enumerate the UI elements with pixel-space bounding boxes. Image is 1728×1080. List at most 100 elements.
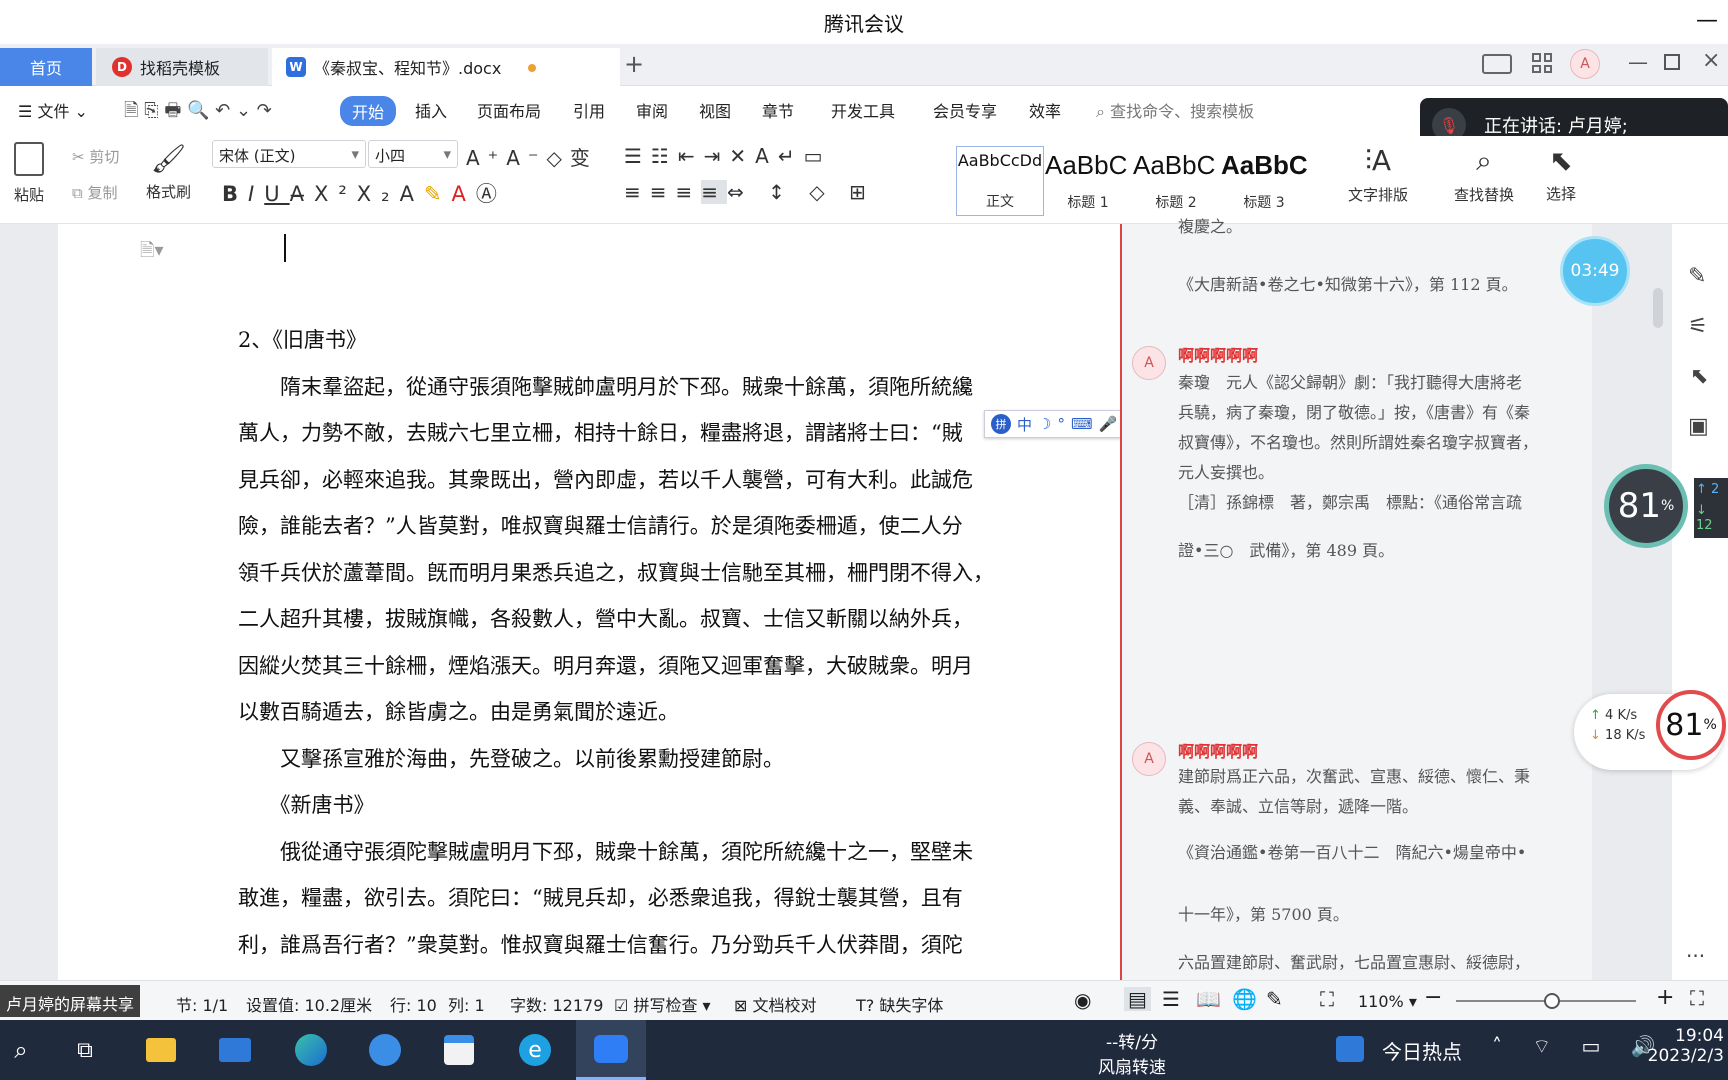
web-view-icon[interactable]: 🌐 — [1232, 987, 1257, 1011]
list-indent-buttons[interactable]: ☰☷⇤⇥✕A↵▭ — [624, 144, 831, 168]
copy-button[interactable]: ⧉ 复制 — [72, 182, 118, 203]
text-layout-icon: ⫶A — [1364, 144, 1392, 177]
vertical-scrollbar[interactable] — [1650, 248, 1666, 972]
edge-browser-icon[interactable] — [290, 1030, 332, 1070]
apps-grid-icon[interactable] — [1532, 53, 1552, 73]
proofread-button[interactable]: ⊠ 文档校对 — [734, 992, 817, 1016]
copy-label: 复制 — [87, 184, 118, 202]
ime-moon-icon[interactable]: ☽ — [1038, 415, 1051, 433]
menu-review[interactable]: 审阅 — [636, 98, 668, 122]
speaking-text: 正在讲话: 卢月婷; — [1484, 116, 1628, 137]
cpu-gauge-left[interactable]: 81% — [1604, 464, 1688, 548]
store-icon[interactable] — [438, 1030, 480, 1070]
ime-punct-icon[interactable]: ° — [1057, 415, 1065, 433]
zoom-out-icon[interactable]: − — [1424, 985, 1442, 1010]
adjust-icon[interactable]: ⚟ — [1688, 314, 1708, 339]
reading-view-icon[interactable]: 📖 — [1196, 987, 1221, 1011]
menu-reference[interactable]: 引用 — [573, 98, 605, 122]
page-options-icon[interactable]: 🗎▾ — [140, 238, 164, 268]
spellcheck-button[interactable]: ☑ 拼写检查 ▾ — [614, 992, 711, 1016]
clock[interactable]: 19:04 2023/2/3 — [1632, 1026, 1724, 1066]
page-view-icon[interactable]: ▤ — [1124, 987, 1151, 1011]
fit-page-icon[interactable]: ⛶ — [1320, 987, 1334, 1011]
menu-efficiency[interactable]: 效率 — [1029, 98, 1061, 122]
pointer-icon[interactable]: ⬉ — [1690, 364, 1708, 389]
quick-access-icons[interactable]: 🗎 ⎘ 🖶 🔍 ↶ ⌄ ↷ — [124, 98, 272, 128]
write-view-icon[interactable]: ✎ — [1266, 987, 1283, 1011]
find-replace-button[interactable]: ⌕ 查找替换 — [1454, 144, 1514, 205]
hot-news-label[interactable]: 今日热点 — [1382, 1036, 1462, 1065]
comment-line: 十一年》，第 5700 頁。 — [1178, 905, 1349, 924]
file-menu[interactable]: ☰ 文件 ⌄ — [18, 98, 88, 122]
window-minimize-icon[interactable]: — — [1628, 50, 1648, 74]
font-name-select[interactable]: 宋体 (正文) ▾ — [212, 140, 366, 168]
new-tab-icon[interactable]: + — [624, 50, 644, 78]
mail-icon[interactable] — [214, 1030, 256, 1070]
pen-icon[interactable]: ✎ — [1688, 264, 1706, 289]
chat-app-icon[interactable] — [364, 1030, 406, 1070]
image-icon[interactable]: ▣ — [1688, 414, 1709, 439]
more-icon[interactable]: ··· — [1686, 944, 1705, 968]
file-explorer-icon[interactable] — [140, 1030, 182, 1070]
select-button[interactable]: ⬉ 选择 — [1546, 144, 1576, 204]
menu-chapter[interactable]: 章节 — [762, 98, 794, 122]
paste-button[interactable]: 粘贴 — [14, 142, 44, 205]
magnifier-icon: ⌕ — [1476, 144, 1492, 177]
font-size-select[interactable]: 小四 ▾ — [368, 140, 458, 168]
zoom-slider-thumb[interactable] — [1544, 993, 1560, 1009]
fullscreen-icon[interactable]: ⛶ — [1690, 986, 1704, 1010]
task-view-icon[interactable]: ⧉ — [64, 1030, 106, 1070]
comment-author: 啊啊啊啊啊 — [1178, 346, 1259, 365]
unsaved-dot-icon — [528, 64, 536, 72]
missing-font-button[interactable]: T? 缺失字体 — [856, 992, 943, 1016]
search-icon[interactable]: ⌕ — [0, 1030, 42, 1070]
comment-line: 義、奉誠、立信等尉，遞降一階。 — [1178, 797, 1419, 816]
zoom-in-icon[interactable]: + — [1656, 985, 1674, 1010]
menu-layout[interactable]: 页面布局 — [477, 98, 541, 122]
fan-speed-label: 风扇转速 — [1098, 1058, 1166, 1078]
format-buttons[interactable]: BIUA̶X²X₂A✎AⒶ — [222, 178, 507, 208]
layout-icon[interactable] — [1482, 54, 1512, 74]
window-restore-icon[interactable] — [1664, 54, 1680, 70]
menu-start[interactable]: 开始 — [340, 96, 397, 126]
menu-view[interactable]: 视图 — [699, 98, 731, 122]
cpu-gauge-right[interactable]: 81% — [1656, 690, 1726, 760]
eye-icon[interactable]: ◉ — [1074, 988, 1091, 1012]
font-grow-shrink-icons[interactable]: A⁺A⁻◇变 — [466, 142, 598, 171]
status-line: 行: 10 — [390, 996, 437, 1015]
tab-templates[interactable]: D 找稻壳模板 — [96, 48, 268, 86]
ime-keyboard-icon[interactable]: ⌨ — [1071, 415, 1093, 433]
tencent-meeting-taskbar-icon[interactable] — [576, 1020, 646, 1080]
ie-browser-icon[interactable]: e — [514, 1030, 556, 1070]
style-heading-2[interactable]: AaBbC 标题 2 — [1132, 146, 1220, 216]
outline-view-icon[interactable]: ☰ — [1162, 987, 1180, 1011]
style-heading-2-label: 标题 2 — [1155, 195, 1197, 211]
menu-member[interactable]: 会员专享 — [933, 98, 997, 122]
paragraph-align-buttons[interactable]: ≡≡≡≡⇔ ↕ ◇ ⊞ — [624, 180, 875, 204]
style-normal[interactable]: AaBbCcDd 正文 — [956, 146, 1044, 216]
text-layout-button[interactable]: ⫶A 文字排版 — [1348, 144, 1408, 205]
zoom-value: 110% — [1358, 992, 1404, 1011]
doc-line: 利，誰爲吾行者？”衆莫對。惟叔寶與羅士信奮行。乃分勁兵千人伏莽間，須陀 — [238, 933, 963, 957]
zoom-slider[interactable] — [1456, 993, 1636, 1009]
ime-mode-icon[interactable]: 中 — [1017, 414, 1032, 435]
user-avatar[interactable]: A — [1570, 49, 1600, 79]
minimize-icon[interactable]: — — [1696, 8, 1718, 33]
status-wordcount[interactable]: 字数: 12179 — [510, 992, 603, 1016]
format-painter-button[interactable]: 🖌 格式刷 — [146, 142, 191, 202]
tab-home[interactable]: 首页 — [0, 48, 92, 86]
style-heading-3[interactable]: AaBbC 标题 3 — [1220, 146, 1308, 216]
comment-pane: 複慶之。 《大唐新語•卷之七•知微第十六》，第 112 頁。 A 啊啊啊啊啊 秦… — [1122, 217, 1592, 980]
style-heading-1[interactable]: AaBbC 标题 1 — [1044, 146, 1132, 216]
style-heading-1-label: 标题 1 — [1067, 195, 1109, 211]
menu-insert[interactable]: 插入 — [415, 98, 447, 122]
menu-developer[interactable]: 开发工具 — [831, 98, 895, 122]
news-icon[interactable] — [1336, 1036, 1364, 1062]
status-bar: 卢月婷的屏幕共享 节: 1/1 设置值: 10.2厘米 行: 10 列: 1 字… — [0, 980, 1728, 1020]
zoom-select[interactable]: 110% ▾ — [1358, 992, 1417, 1011]
search-command-input[interactable]: ⌕ 查找命令、搜索模板 — [1096, 98, 1254, 122]
cut-button[interactable]: ✂ 剪切 — [72, 146, 119, 167]
tab-document[interactable]: W 《秦叔宝、程知节》.docx — [272, 48, 620, 86]
window-close-icon[interactable]: × — [1702, 48, 1720, 73]
ime-mic-icon[interactable]: 🎤 — [1099, 415, 1118, 433]
